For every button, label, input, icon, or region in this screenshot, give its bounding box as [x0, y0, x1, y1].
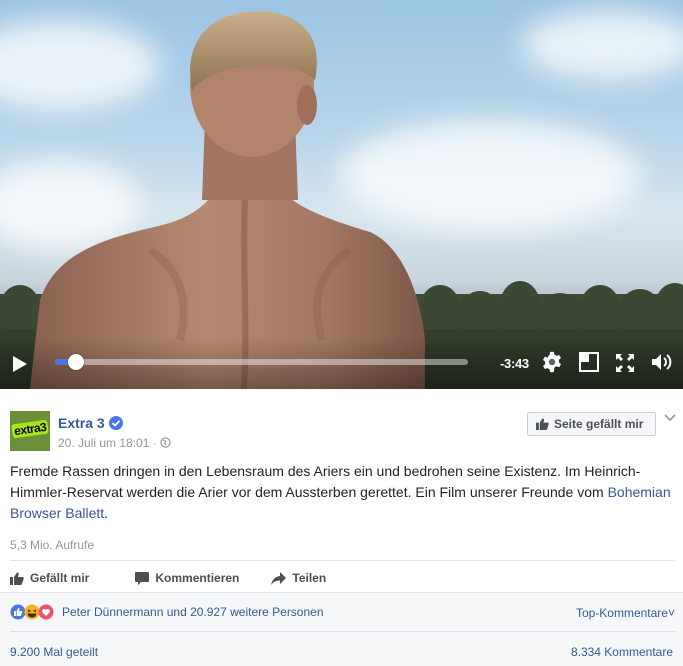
avatar-logo-text: extra3 [11, 419, 50, 439]
action-bar: Gefällt mir Kommentieren Teilen [10, 568, 358, 588]
video-progress-bar[interactable] [55, 354, 468, 370]
play-icon[interactable] [12, 355, 28, 373]
video-frame-cloud [520, 10, 683, 80]
video-player[interactable]: -3:43 [0, 0, 683, 389]
reactions-summary-link[interactable]: Peter Dünnermann und 20.927 weitere Pers… [62, 605, 324, 619]
comment-label: Kommentieren [155, 571, 240, 585]
shares-count-link[interactable]: 9.200 Mal geteilt [10, 645, 98, 659]
time-remaining: -3:43 [500, 356, 529, 371]
divider [10, 631, 675, 632]
top-comments-dropdown[interactable]: Top-Kommentare˅ [576, 606, 675, 620]
like-button[interactable]: Gefällt mir [10, 568, 89, 588]
post-text-end: . [104, 505, 109, 521]
post-text-body: Fremde Rassen dringen in den Lebensraum … [10, 463, 641, 500]
thumbs-up-icon [536, 418, 549, 430]
like-reaction-icon [10, 604, 26, 620]
comment-icon [135, 571, 150, 585]
post-card: extra3 Extra 3 20. Juli um 18:01 · Seite… [0, 389, 683, 666]
share-icon [271, 571, 287, 585]
post-text: Fremde Rassen dringen in den Lebensraum … [10, 461, 675, 524]
like-label: Gefällt mir [30, 571, 90, 585]
meta-separator: · [152, 436, 157, 450]
comments-count-link[interactable]: 8.334 Kommentare [571, 645, 673, 659]
top-comments-caret: ˅ [667, 606, 675, 620]
reactions-bar: Peter Dünnermann und 20.927 weitere Pers… [0, 592, 683, 666]
like-page-label: Seite gefällt mir [554, 417, 644, 431]
page-name-link[interactable]: Extra 3 [58, 415, 105, 431]
post-date-link[interactable]: 20. Juli um 18:01 [58, 436, 149, 450]
thumbs-up-icon [10, 572, 24, 585]
share-button[interactable]: Teilen [271, 568, 326, 588]
video-progress-knob[interactable] [67, 354, 84, 370]
chevron-down-icon[interactable] [664, 413, 676, 423]
page-avatar[interactable]: extra3 [10, 411, 50, 451]
view-count: 5,3 Mio. Aufrufe [10, 538, 95, 552]
gear-icon[interactable] [541, 351, 563, 373]
top-comments-label: Top-Kommentare [575, 606, 668, 620]
verified-badge-icon [109, 416, 123, 430]
divider [10, 560, 675, 561]
love-reaction-icon [38, 604, 54, 620]
share-label: Teilen [292, 571, 327, 585]
haha-reaction-icon [24, 604, 40, 620]
fullscreen-icon[interactable] [615, 353, 635, 373]
like-page-button[interactable]: Seite gefällt mir [527, 412, 656, 436]
volume-icon[interactable] [651, 352, 673, 372]
comment-button[interactable]: Kommentieren [135, 568, 239, 588]
reaction-icons[interactable] [10, 604, 58, 620]
picture-in-picture-icon[interactable] [579, 352, 599, 372]
globe-icon[interactable] [160, 437, 171, 448]
post-meta: 20. Juli um 18:01 · [58, 436, 171, 450]
video-frame-figure [30, 11, 425, 389]
